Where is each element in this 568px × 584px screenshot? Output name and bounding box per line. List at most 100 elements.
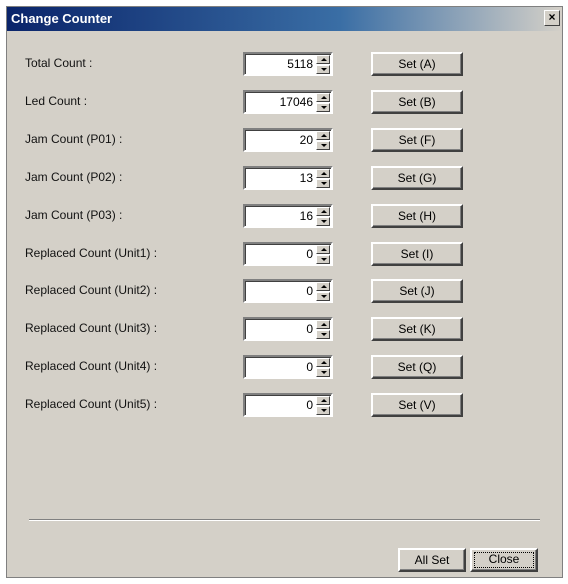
- counter-spinbox[interactable]: 0: [243, 317, 333, 342]
- spin-up-button[interactable]: [316, 130, 330, 140]
- set-button[interactable]: Set (H): [371, 203, 463, 228]
- spin-down-button[interactable]: [316, 254, 330, 264]
- spin-up-button[interactable]: [316, 168, 330, 178]
- counter-row: Jam Count (P02) : 13 Set (G): [7, 164, 562, 194]
- counter-value-input[interactable]: 20: [247, 133, 313, 147]
- arrow-down-icon: [321, 257, 327, 261]
- set-button[interactable]: Set (G): [371, 165, 463, 190]
- counter-row: Replaced Count (Unit1) : 0 Set (I): [7, 240, 562, 270]
- counter-value-input[interactable]: 13: [247, 171, 313, 185]
- set-button[interactable]: Set (A): [371, 52, 463, 76]
- counter-row: Led Count : 17046 Set (B): [7, 88, 562, 118]
- counter-label: Replaced Count (Unit2) :: [25, 283, 158, 298]
- spin-down-button[interactable]: [316, 140, 330, 150]
- set-button[interactable]: Set (I): [371, 241, 463, 266]
- counter-row: Replaced Count (Unit4) : 0 Set (Q): [7, 353, 562, 383]
- spin-buttons: [316, 396, 330, 416]
- counter-spinbox[interactable]: 20: [243, 127, 333, 152]
- close-button[interactable]: Close: [470, 548, 538, 572]
- spin-buttons: [316, 206, 330, 226]
- counter-label: Jam Count (P03) :: [25, 207, 123, 222]
- counter-spinbox[interactable]: 13: [243, 165, 333, 190]
- arrow-down-icon: [321, 371, 327, 375]
- spin-up-button[interactable]: [316, 358, 330, 368]
- arrow-up-icon: [321, 209, 327, 213]
- arrow-up-icon: [321, 323, 327, 327]
- counter-spinbox[interactable]: 0: [243, 355, 333, 380]
- counter-row: Replaced Count (Unit2) : 0 Set (J): [7, 277, 562, 307]
- spin-down-button[interactable]: [316, 102, 330, 112]
- spin-buttons: [316, 55, 330, 74]
- spin-down-button[interactable]: [316, 178, 330, 188]
- arrow-down-icon: [321, 105, 327, 109]
- spin-up-button[interactable]: [316, 396, 330, 406]
- set-button[interactable]: Set (Q): [371, 355, 463, 380]
- counter-label: Replaced Count (Unit5) :: [25, 397, 158, 412]
- arrow-up-icon: [321, 399, 327, 403]
- spin-up-button[interactable]: [316, 92, 330, 102]
- spin-down-button[interactable]: [316, 65, 330, 74]
- arrow-down-icon: [321, 143, 327, 147]
- counter-value-input[interactable]: 16: [247, 209, 313, 223]
- counter-spinbox[interactable]: 17046: [243, 89, 333, 114]
- spin-down-button[interactable]: [316, 368, 330, 378]
- counter-row: Total Count : 5118 Set (A): [7, 50, 562, 80]
- title-bar: Change Counter ×: [7, 7, 562, 31]
- arrow-up-icon: [321, 247, 327, 251]
- arrow-up-icon: [321, 95, 327, 99]
- spin-up-button[interactable]: [316, 282, 330, 292]
- counter-spinbox[interactable]: 0: [243, 279, 333, 304]
- counter-spinbox[interactable]: 0: [243, 241, 333, 266]
- counter-value-input[interactable]: 0: [247, 398, 313, 412]
- arrow-up-icon: [321, 58, 327, 61]
- counter-value-input[interactable]: 0: [247, 360, 313, 374]
- spin-down-button[interactable]: [316, 216, 330, 226]
- spin-up-button[interactable]: [316, 206, 330, 216]
- set-button[interactable]: Set (B): [371, 89, 463, 114]
- arrow-down-icon: [321, 181, 327, 185]
- counter-value-input[interactable]: 17046: [247, 95, 313, 109]
- set-button[interactable]: Set (J): [371, 279, 463, 304]
- counter-row: Replaced Count (Unit3) : 0 Set (K): [7, 315, 562, 345]
- counter-value-input[interactable]: 5118: [247, 57, 313, 71]
- arrow-up-icon: [321, 285, 327, 289]
- all-set-button[interactable]: All Set: [398, 548, 466, 572]
- counter-label: Jam Count (P01) :: [25, 131, 123, 146]
- arrow-up-icon: [321, 133, 327, 137]
- set-button[interactable]: Set (F): [371, 127, 463, 152]
- spin-up-button[interactable]: [316, 55, 330, 64]
- arrow-down-icon: [321, 409, 327, 413]
- spin-down-button[interactable]: [316, 330, 330, 340]
- spin-up-button[interactable]: [316, 320, 330, 330]
- arrow-up-icon: [321, 361, 327, 365]
- close-icon[interactable]: ×: [544, 10, 560, 26]
- counter-label: Replaced Count (Unit1) :: [25, 245, 158, 260]
- spin-buttons: [316, 282, 330, 302]
- counter-label: Replaced Count (Unit3) :: [25, 321, 158, 336]
- spin-buttons: [316, 358, 330, 378]
- counter-spinbox[interactable]: 0: [243, 393, 333, 418]
- set-button[interactable]: Set (V): [371, 393, 463, 418]
- counter-row: Jam Count (P01) : 20 Set (F): [7, 126, 562, 156]
- arrow-up-icon: [321, 171, 327, 175]
- spin-down-button[interactable]: [316, 292, 330, 302]
- arrow-down-icon: [321, 219, 327, 223]
- spin-buttons: [316, 244, 330, 264]
- counter-label: Replaced Count (Unit4) :: [25, 359, 158, 374]
- arrow-down-icon: [321, 333, 327, 337]
- arrow-down-icon: [321, 68, 327, 71]
- counter-spinbox[interactable]: 16: [243, 203, 333, 228]
- spin-buttons: [316, 320, 330, 340]
- counter-value-input[interactable]: 0: [247, 322, 313, 336]
- counter-label: Total Count :: [25, 56, 93, 70]
- counter-value-input[interactable]: 0: [247, 247, 313, 261]
- set-button[interactable]: Set (K): [371, 317, 463, 342]
- counter-value-input[interactable]: 0: [247, 284, 313, 298]
- spin-buttons: [316, 130, 330, 150]
- counter-row: Replaced Count (Unit5) : 0 Set (V): [7, 391, 562, 421]
- spin-down-button[interactable]: [316, 406, 330, 416]
- counter-spinbox[interactable]: 5118: [243, 52, 333, 76]
- spin-up-button[interactable]: [316, 244, 330, 254]
- spin-buttons: [316, 168, 330, 188]
- arrow-down-icon: [321, 295, 327, 299]
